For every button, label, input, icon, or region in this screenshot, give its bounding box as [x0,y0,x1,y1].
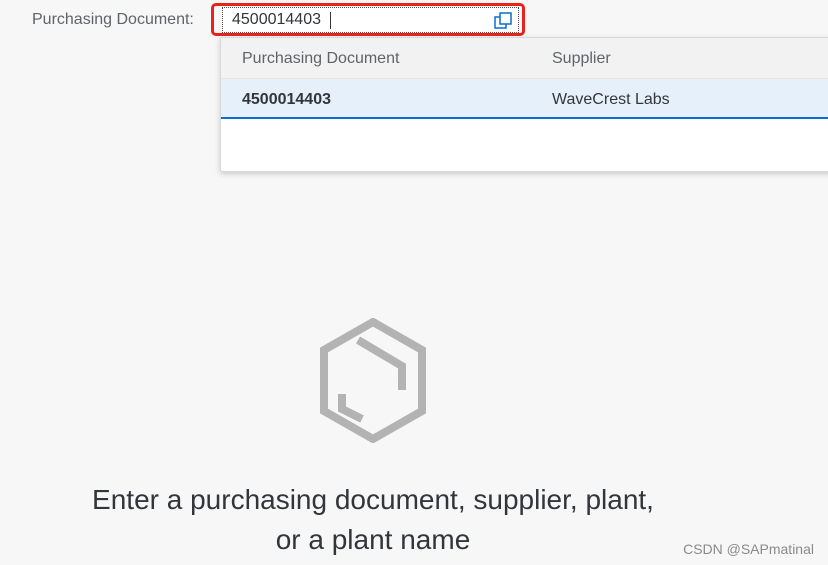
text-caret [330,12,331,29]
empty-state-message: Enter a purchasing document, supplier, p… [0,480,746,560]
suggestion-supplier: WaveCrest Labs [552,91,670,108]
suggestion-document-number: 4500014403 [242,91,331,108]
suggestion-row[interactable]: 4500014403 WaveCrest Labs [221,79,828,119]
suggestions-header: Purchasing Document Supplier [221,38,828,79]
suggestions-popover: Purchasing Document Supplier 4500014403 … [220,37,828,172]
purchasing-document-label: Purchasing Document: [32,11,194,28]
empty-state-line-2: or a plant name [275,524,471,555]
column-header-purchasing-document: Purchasing Document [242,50,400,67]
purchasing-document-field[interactable] [232,10,482,30]
column-header-supplier: Supplier [552,50,611,67]
empty-state-line-1: Enter a purchasing document, supplier, p… [92,484,654,515]
watermark: CSDN @SAPmatinal [683,541,814,557]
purchasing-document-input[interactable] [222,7,519,33]
box-hexagon-icon [320,318,426,443]
value-help-icon[interactable] [494,12,512,29]
